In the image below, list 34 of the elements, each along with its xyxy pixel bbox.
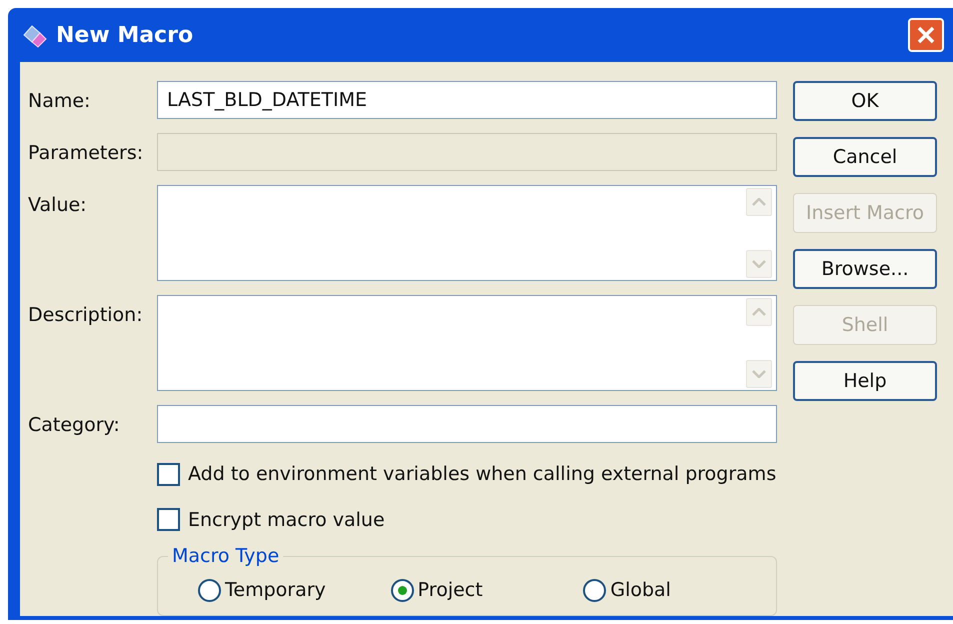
text-area[interactable] xyxy=(157,185,777,281)
dialog-button[interactable]: Cancel xyxy=(793,137,937,177)
close-icon xyxy=(916,25,936,45)
text-area[interactable] xyxy=(157,295,777,391)
close-button[interactable] xyxy=(908,18,944,52)
radio-button[interactable] xyxy=(198,578,221,602)
radio-label: Global xyxy=(610,578,671,603)
checkbox[interactable] xyxy=(157,462,180,486)
radio-button[interactable] xyxy=(390,578,414,602)
input-field[interactable]: LAST_BLD_DATETIME xyxy=(157,81,777,119)
scroll-up-button[interactable] xyxy=(746,298,772,326)
scroll-down-button[interactable] xyxy=(746,250,772,278)
checkbox-label: Encrypt macro value xyxy=(188,508,385,532)
field-label: Category: xyxy=(28,413,121,438)
chevron-up-icon xyxy=(752,308,766,316)
field-label: Parameters: xyxy=(28,141,144,166)
chevron-down-icon xyxy=(752,260,766,268)
radio-label: Temporary xyxy=(225,578,326,603)
chevron-up-icon xyxy=(752,198,766,206)
radio-button[interactable] xyxy=(583,578,606,602)
field-label: Description: xyxy=(28,303,144,328)
dialog-button[interactable]: Browse... xyxy=(793,249,937,289)
scroll-up-button[interactable] xyxy=(746,188,772,216)
scroll-down-button[interactable] xyxy=(746,360,772,388)
input-field[interactable] xyxy=(157,405,777,443)
checkbox-label: Add to environment variables when calling external programs xyxy=(188,462,776,487)
dialog-button[interactable]: OK xyxy=(793,81,937,121)
field-label: Value: xyxy=(28,193,88,218)
checkbox[interactable] xyxy=(157,508,180,532)
window-title: New Macro xyxy=(56,22,194,50)
field-label: Name: xyxy=(28,89,92,114)
radio-label: Project xyxy=(418,578,483,603)
chevron-down-icon xyxy=(752,370,766,378)
dialog-button[interactable]: Help xyxy=(793,361,937,401)
